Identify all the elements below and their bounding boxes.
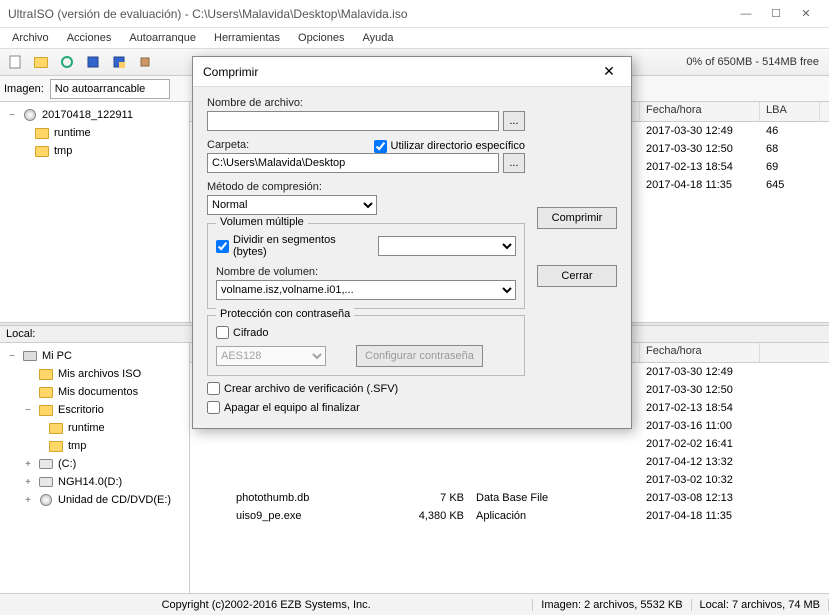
drive-icon	[38, 457, 54, 471]
menu-opciones[interactable]: Opciones	[290, 30, 352, 46]
tree-item: tmp	[4, 437, 185, 455]
expand-icon[interactable]: +	[22, 459, 34, 470]
list-row[interactable]: uiso9_pe.exe4,380 KBAplicación2017-04-18…	[190, 507, 829, 525]
folder-icon	[38, 367, 54, 381]
col-date[interactable]: Fecha/hora	[640, 343, 760, 362]
computer-icon	[22, 349, 38, 363]
browse-folder-button[interactable]: ...	[503, 153, 525, 173]
collapse-icon[interactable]: −	[22, 405, 34, 416]
new-icon[interactable]	[4, 51, 26, 73]
list-row[interactable]: 2017-04-12 13:32	[190, 453, 829, 471]
list-row[interactable]: 2017-02-02 16:41	[190, 435, 829, 453]
window-title: UltraISO (versión de evaluación) - C:\Us…	[8, 7, 731, 21]
folder-icon	[48, 439, 64, 453]
titlebar: UltraISO (versión de evaluación) - C:\Us…	[0, 0, 829, 28]
folder-icon	[38, 403, 54, 417]
tree-root: −20170418_122911	[4, 106, 185, 124]
drive-icon	[38, 475, 54, 489]
volume-group: Volumen múltiple Dividir en segmentos (b…	[207, 223, 525, 309]
menubar: Archivo Acciones Autoarranque Herramient…	[0, 28, 829, 48]
compress-icon[interactable]	[134, 51, 156, 73]
image-label: Imagen:	[4, 83, 44, 95]
browse-file-button[interactable]: ...	[503, 111, 525, 131]
expand-icon[interactable]: +	[22, 495, 34, 506]
menu-herramientas[interactable]: Herramientas	[206, 30, 288, 46]
menu-ayuda[interactable]: Ayuda	[355, 30, 402, 46]
tree-item: runtime	[4, 419, 185, 437]
tree-root: −Mi PC	[4, 347, 185, 365]
col-lba[interactable]: LBA	[760, 102, 820, 121]
menu-autoarranque[interactable]: Autoarranque	[121, 30, 204, 46]
dialog-titlebar[interactable]: Comprimir ✕	[193, 57, 631, 87]
menu-archivo[interactable]: Archivo	[4, 30, 57, 46]
method-label: Método de compresión:	[207, 181, 525, 193]
local-tree[interactable]: −Mi PC Mis archivos ISO Mis documentos −…	[0, 343, 190, 593]
tree-item: +(C:)	[4, 455, 185, 473]
filename-label: Nombre de archivo:	[207, 97, 525, 109]
filename-input[interactable]	[207, 111, 499, 131]
folder-icon	[48, 421, 64, 435]
folder-icon	[38, 385, 54, 399]
capacity-status: 0% of 650MB - 514MB free	[686, 56, 825, 68]
split-checkbox[interactable]	[216, 240, 229, 253]
minimize-button[interactable]: —	[731, 4, 761, 24]
tree-item: +NGH14.0(D:)	[4, 473, 185, 491]
folder-label: Carpeta:	[207, 139, 249, 151]
volname-select[interactable]: volname.isz,volname.i01,...	[216, 280, 516, 300]
image-tree[interactable]: −20170418_122911 runtime tmp	[0, 102, 190, 322]
tree-item: tmp	[4, 142, 185, 160]
tree-item: Mis documentos	[4, 383, 185, 401]
use-specific-checkbox[interactable]	[374, 140, 387, 153]
cd-icon	[38, 493, 54, 507]
list-row[interactable]: 2017-03-02 10:32	[190, 471, 829, 489]
create-sfv-checkbox[interactable]	[207, 382, 220, 395]
dialog-title: Comprimir	[203, 65, 597, 79]
list-row[interactable]: photothumb.db7 KBData Base File2017-03-0…	[190, 489, 829, 507]
volname-label: Nombre de volumen:	[216, 266, 516, 278]
collapse-icon[interactable]: −	[6, 110, 18, 121]
config-password-button: Configurar contraseña	[356, 345, 483, 367]
saveas-icon[interactable]	[108, 51, 130, 73]
protection-group: Protección con contraseña Cifrado AES128…	[207, 315, 525, 376]
folder-icon	[34, 144, 50, 158]
tree-item: +Unidad de CD/DVD(E:)	[4, 491, 185, 509]
menu-acciones[interactable]: Acciones	[59, 30, 120, 46]
col-date[interactable]: Fecha/hora	[640, 102, 760, 121]
cd-icon	[22, 108, 38, 122]
open-icon[interactable]	[30, 51, 52, 73]
segment-size-select[interactable]	[378, 236, 516, 256]
compress-button[interactable]: Comprimir	[537, 207, 617, 229]
folder-icon	[34, 126, 50, 140]
encrypt-method-select: AES128	[216, 346, 326, 366]
expand-icon[interactable]: +	[22, 477, 34, 488]
cancel-button[interactable]: Cerrar	[537, 265, 617, 287]
folder-input[interactable]	[207, 153, 499, 173]
save-icon[interactable]	[82, 51, 104, 73]
shutdown-checkbox[interactable]	[207, 401, 220, 414]
refresh-icon[interactable]	[56, 51, 78, 73]
close-icon[interactable]: ✕	[597, 63, 621, 80]
tree-item: Mis archivos ISO	[4, 365, 185, 383]
maximize-button[interactable]: ☐	[761, 4, 791, 24]
tree-item: −Escritorio	[4, 401, 185, 419]
method-select[interactable]: Normal	[207, 195, 377, 215]
tree-item: runtime	[4, 124, 185, 142]
compress-dialog: Comprimir ✕ Nombre de archivo: ... Carpe…	[192, 56, 632, 429]
encrypt-checkbox[interactable]	[216, 326, 229, 339]
statusbar: Copyright (c)2002-2016 EZB Systems, Inc.…	[0, 593, 829, 615]
boot-combo[interactable]: No autoarrancable	[50, 79, 170, 99]
close-button[interactable]: ✕	[791, 4, 821, 24]
